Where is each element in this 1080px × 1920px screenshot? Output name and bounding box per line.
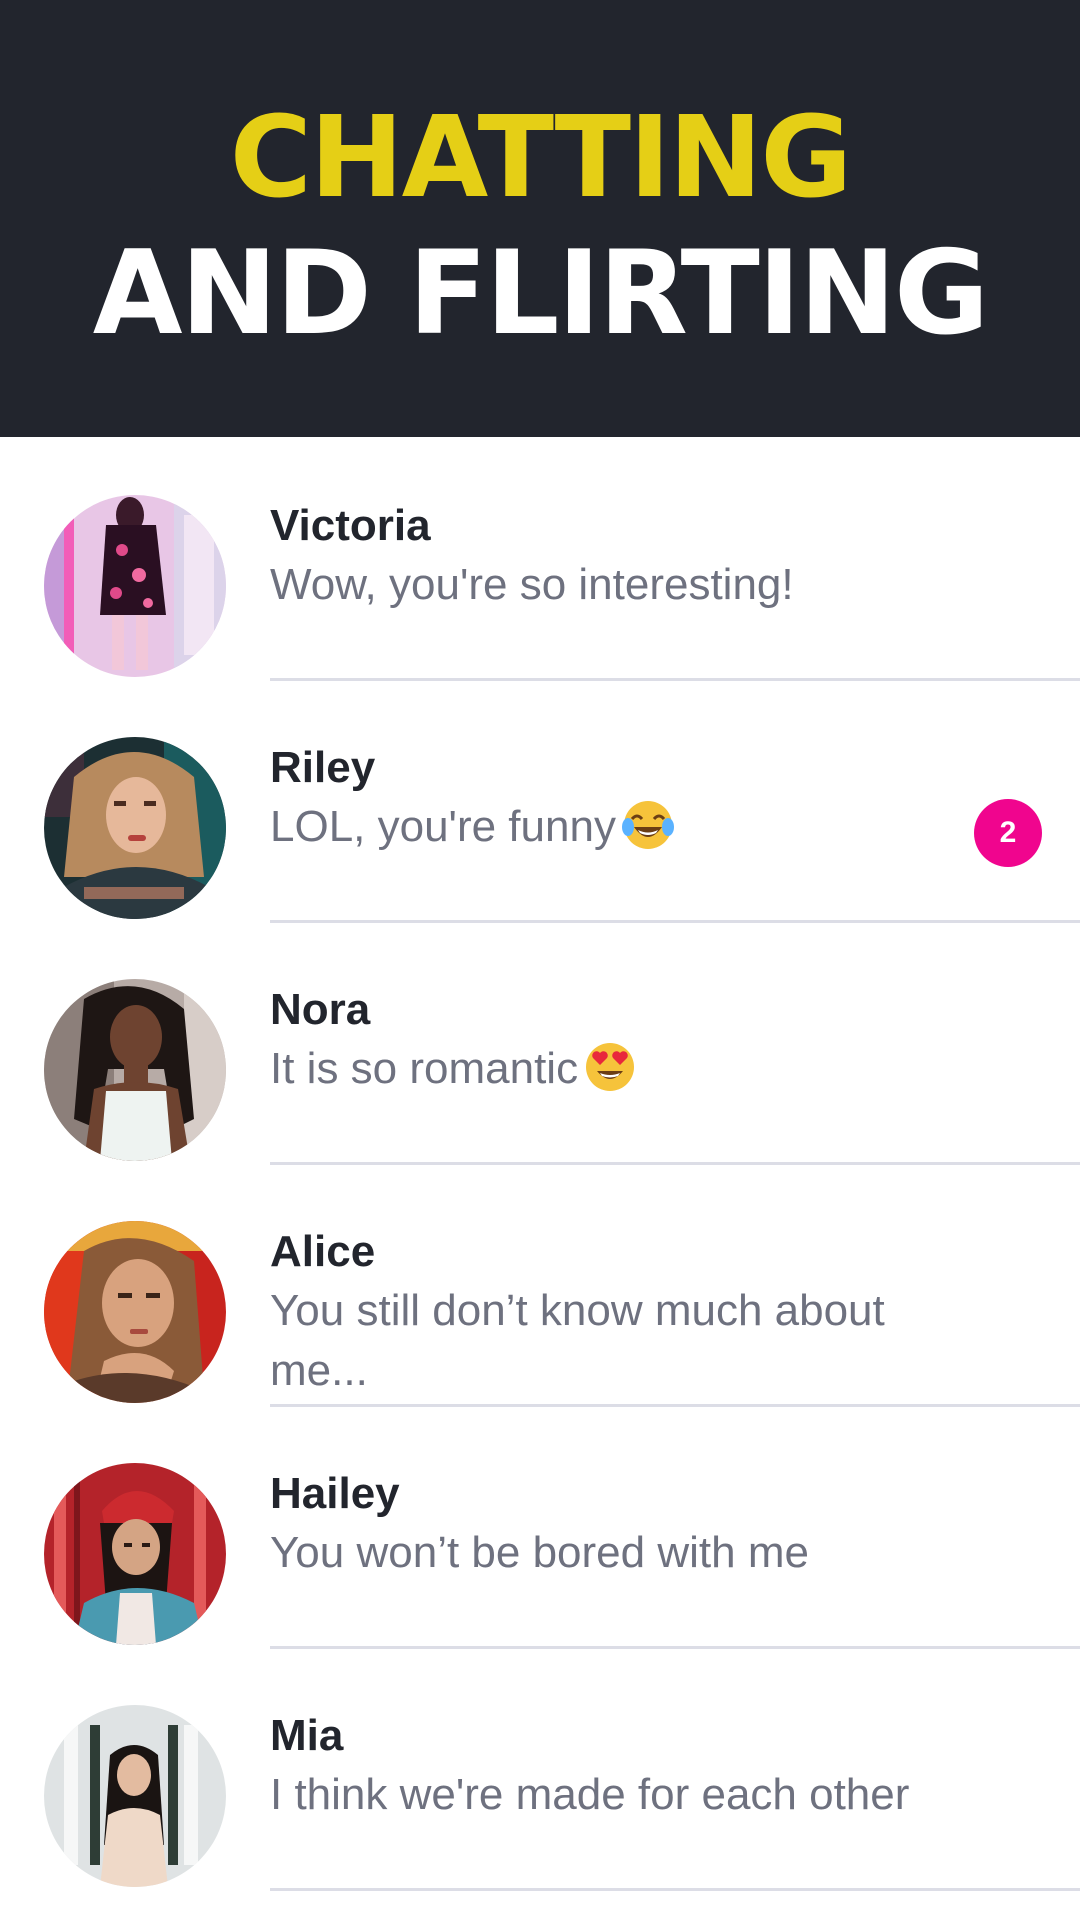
unread-count-badge: 2	[974, 799, 1042, 867]
avatar-nora	[44, 979, 226, 1161]
chat-row-alice[interactable]: Alice You still don’t know much about me…	[0, 1163, 1080, 1407]
heart-eyes-emoji	[582, 1039, 638, 1095]
promo-header: CHATTING AND FLIRTING	[0, 0, 1080, 437]
avatar-victoria	[44, 495, 226, 677]
divider	[270, 1888, 1080, 1891]
last-message: It is so romantic	[270, 1039, 950, 1099]
chat-row-riley[interactable]: Riley LOL, you're funny 2	[0, 679, 1080, 923]
avatar-riley	[44, 737, 226, 919]
last-message: Wow, you're so interesting!	[270, 560, 794, 609]
last-message: You still don’t know much about me...	[270, 1286, 885, 1395]
last-message: You won’t be bored with me	[270, 1528, 809, 1577]
avatar-mia	[44, 1705, 226, 1887]
contact-name: Riley	[270, 743, 376, 792]
headline-and-flirting: AND FLIRTING	[92, 226, 990, 361]
chat-row-hailey[interactable]: Hailey You won’t be bored with me	[0, 1405, 1080, 1649]
contact-name: Victoria	[270, 501, 431, 550]
contact-name: Mia	[270, 1711, 344, 1760]
contact-name: Nora	[270, 985, 371, 1034]
last-message: I think we're made for each other	[270, 1770, 910, 1819]
headline-chatting: CHATTING	[229, 93, 853, 223]
contact-name: Alice	[270, 1227, 376, 1276]
avatar-alice	[44, 1221, 226, 1403]
last-message: LOL, you're funny	[270, 797, 950, 857]
avatar-hailey	[44, 1463, 226, 1645]
chat-row-mia[interactable]: Mia I think we're made for each other	[0, 1647, 1080, 1891]
tears-of-joy-emoji	[620, 797, 676, 853]
chat-row-nora[interactable]: Nora It is so romantic	[0, 921, 1080, 1165]
contact-name: Hailey	[270, 1469, 400, 1518]
chat-row-victoria[interactable]: Victoria Wow, you're so interesting!	[0, 437, 1080, 681]
chat-list: Victoria Wow, you're so interesting! Ril…	[0, 437, 1080, 1920]
